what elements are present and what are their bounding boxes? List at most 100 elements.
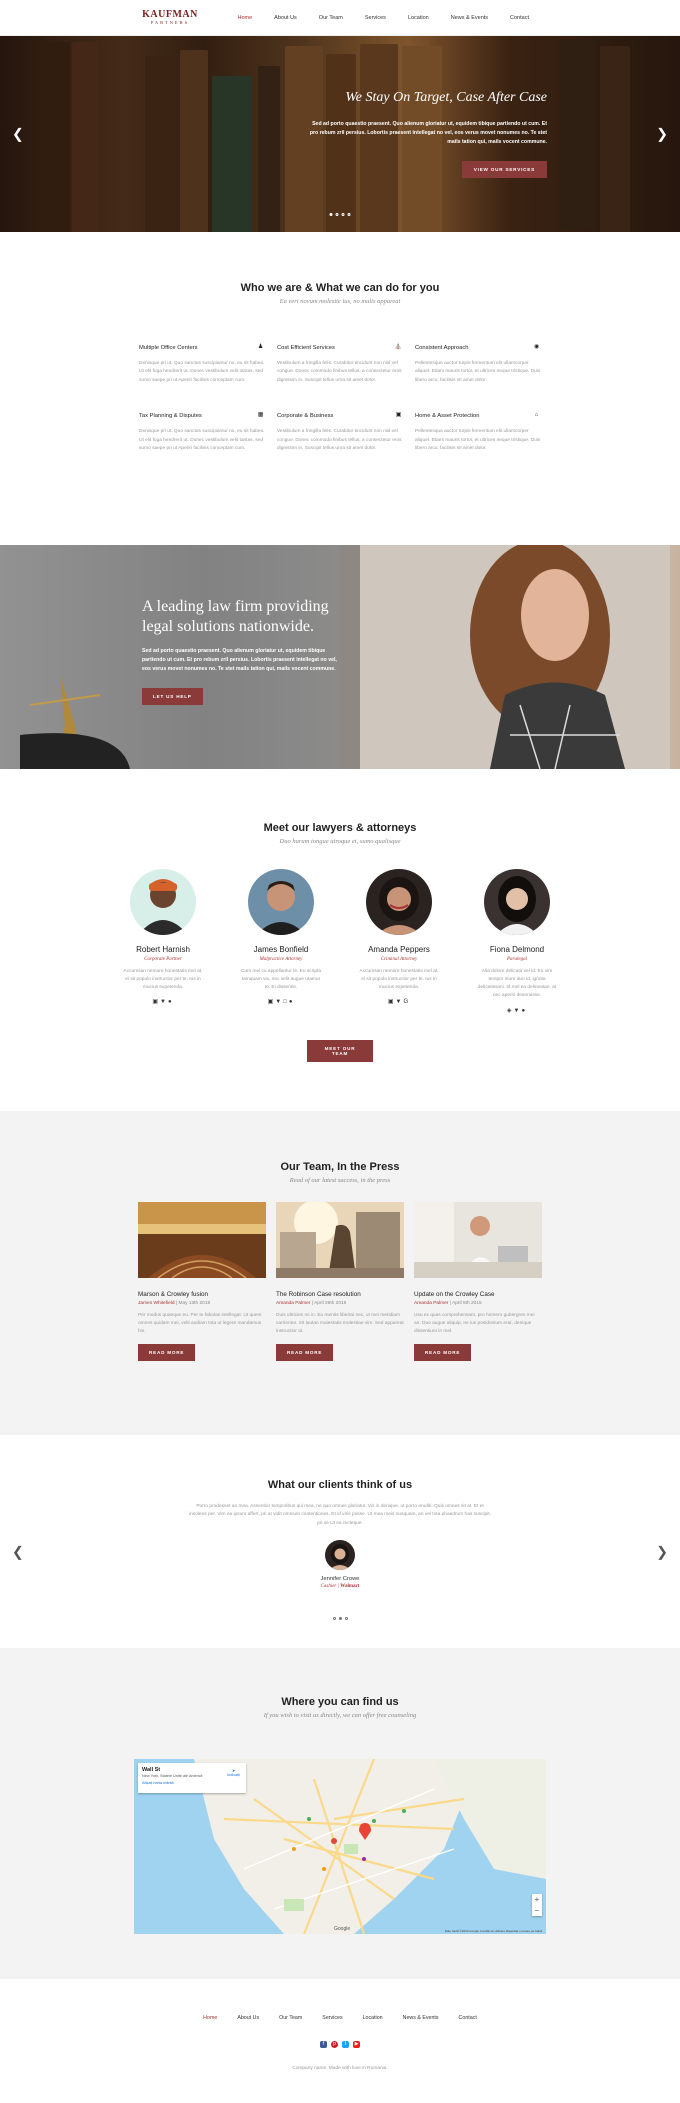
post-author[interactable]: Amanda Palmer	[414, 1301, 448, 1306]
post-image[interactable]	[276, 1200, 404, 1278]
read-more-button[interactable]: Read more	[276, 1344, 334, 1362]
hero-title: We Stay On Target, Case After Case	[345, 90, 547, 105]
nav-news[interactable]: News & Events	[440, 15, 499, 21]
footer-nav-news[interactable]: News & Events	[393, 2015, 449, 2021]
chevron-right-icon[interactable]: ❯	[656, 126, 668, 143]
member-socials[interactable]: ▣▼●	[123, 998, 203, 1005]
slide-dot[interactable]	[338, 1617, 342, 1621]
avatar[interactable]	[130, 869, 196, 935]
zoom-out-icon[interactable]: −	[532, 1905, 542, 1916]
post-meta: Amanda Palmer | April 5th 2015	[414, 1301, 482, 1306]
post-author[interactable]: Amanda Palmer	[276, 1301, 310, 1306]
post-title[interactable]: Marson & Crowley fusion	[138, 1291, 266, 1298]
location-section: Where you can find us If you wish to vis…	[0, 1648, 680, 1979]
copyright: Company name. Made with love in Romania.	[292, 2066, 388, 2071]
post-card: The Robinson Case resolution Amanda Palm…	[276, 1200, 404, 1362]
map-directions-link[interactable]: ➤ Indicații	[227, 1768, 240, 1777]
nav-team[interactable]: Our Team	[308, 15, 354, 21]
zoom-in-icon[interactable]: +	[532, 1894, 542, 1905]
twitter-icon[interactable]: ▼	[275, 999, 283, 1005]
slide-dot[interactable]	[344, 1617, 348, 1621]
post-image[interactable]	[414, 1202, 542, 1278]
member-bio: Cum mei cu appellantur te. Eu scripta ta…	[241, 969, 321, 991]
chevron-right-icon[interactable]: ❯	[656, 1544, 668, 1561]
footer-nav-about[interactable]: About Us	[227, 2015, 269, 2021]
view-services-button[interactable]: View our services	[461, 160, 547, 178]
map-attribution[interactable]: Date hartă ©2019 Google Condiții de util…	[445, 1929, 542, 1933]
chevron-left-icon[interactable]: ❮	[12, 126, 24, 143]
hero-caption: We Stay On Target, Case After Case Sed a…	[307, 90, 547, 178]
read-more-button[interactable]: Read more	[138, 1344, 196, 1362]
coins-icon: ▦	[257, 412, 264, 419]
twitter-icon[interactable]: t	[342, 2041, 349, 2048]
slide-dot[interactable]	[329, 213, 333, 216]
team-member: Robert Harnish Corporate Partner Accumsa…	[123, 869, 203, 1014]
meet-team-button[interactable]: Meet our team	[307, 1039, 373, 1062]
pinterest-icon[interactable]: ●	[521, 1008, 527, 1014]
nav-home[interactable]: Home	[227, 15, 264, 21]
footer-nav-home[interactable]: Home	[193, 2015, 227, 2021]
slide-dot[interactable]	[347, 213, 351, 216]
slide-dot[interactable]	[335, 213, 339, 216]
feature-item: Tax Planning & Disputes ▦ Denisque pri ut…	[139, 411, 265, 453]
member-socials[interactable]: ▣▼G	[359, 998, 439, 1005]
team-subtitle: Duo harum tongue utroque et, sumo qualis…	[279, 838, 401, 845]
facebook-icon[interactable]: f	[320, 2041, 327, 2048]
post-title[interactable]: Update on the Crowley Case	[414, 1291, 542, 1298]
post-author[interactable]: James Whitefield	[138, 1301, 175, 1306]
pinterest-icon[interactable]: ●	[289, 999, 295, 1005]
team-member: James Bonfield Malpractice Attorney Cum …	[241, 869, 321, 1014]
member-socials[interactable]: ▣▼□●	[241, 998, 321, 1005]
logo[interactable]: KAUFMAN PARTNERS	[140, 8, 200, 26]
location-subtitle: If you wish to visit us directly, we can…	[263, 1712, 417, 1719]
slide-dot[interactable]	[332, 1617, 336, 1621]
press-subtitle: Read of our latest success, in the press	[289, 1177, 391, 1184]
client-position: Cashier	[320, 1584, 337, 1590]
who-title: Who we are & What we can do for you	[240, 282, 440, 294]
feature-item: Home & Asset Protection ⌂ Pellentesque au…	[415, 411, 541, 453]
team-member: Fiona Delmond Paralegal Alia dolore deli…	[477, 869, 557, 1014]
feature-title: Home & Asset Protection	[415, 412, 480, 419]
pinterest-icon[interactable]: ●	[168, 999, 174, 1005]
slide-dot[interactable]	[341, 213, 345, 216]
facebook-icon[interactable]: ▣	[152, 999, 160, 1005]
cta-banner: A leading law firm providing legal solut…	[0, 545, 680, 769]
read-more-button[interactable]: Read more	[414, 1344, 472, 1362]
avatar[interactable]	[484, 869, 550, 935]
member-role: Corporate Partner	[144, 957, 182, 962]
testimonial-dots	[0, 1617, 680, 1621]
chevron-left-icon[interactable]: ❮	[12, 1544, 24, 1561]
logo-line1: KAUFMAN	[142, 8, 198, 20]
footer-nav: Home About Us Our Team Services Location…	[0, 2015, 680, 2021]
nav-about[interactable]: About Us	[263, 15, 308, 21]
avatar[interactable]	[248, 869, 314, 935]
pinterest-icon[interactable]: p	[331, 2041, 338, 2048]
facebook-icon[interactable]: ▣	[388, 999, 396, 1005]
footer-nav-services[interactable]: Services	[312, 2015, 352, 2021]
hero-dots	[329, 213, 351, 216]
features-grid: Multiple Office Centers ♟ Denisque pri ut…	[139, 343, 541, 453]
footer-nav-team[interactable]: Our Team	[269, 2015, 312, 2021]
nav-contact[interactable]: Contact	[499, 15, 540, 21]
let-us-help-button[interactable]: Let us help	[142, 688, 203, 706]
feature-item: Corporate & Business ▣ Vestibulum a fring…	[277, 411, 403, 453]
skype-icon[interactable]: ◈	[507, 1008, 514, 1014]
post-image[interactable]	[138, 1202, 266, 1279]
site-footer: Home About Us Our Team Services Location…	[0, 1979, 680, 2103]
feature-text: Pellentesque auctor turpis fermentum eli…	[415, 361, 541, 383]
testimonials-title: What our clients think of us	[267, 1479, 413, 1491]
post-title[interactable]: The Robinson Case resolution	[276, 1291, 404, 1298]
footer-nav-contact[interactable]: Contact	[449, 2015, 487, 2021]
google-map[interactable]: Wall St New York, Statele Unite ale Amer…	[134, 1759, 546, 1934]
google-plus-icon[interactable]: G	[403, 999, 410, 1005]
youtube-icon[interactable]: ▶	[353, 2041, 360, 2048]
member-socials[interactable]: ◈▼●	[477, 1007, 557, 1014]
nav-services[interactable]: Services	[354, 15, 397, 21]
map-larger-link[interactable]: Afișați harta mărită	[142, 1781, 242, 1785]
footer-nav-location[interactable]: Location	[353, 2015, 393, 2021]
avatar[interactable]	[366, 869, 432, 935]
hero-text: Sed ad porto quaestio praesent. Quo alie…	[309, 121, 547, 145]
nav-location[interactable]: Location	[397, 15, 440, 21]
twitter-icon[interactable]: ▼	[160, 999, 168, 1005]
home-icon: ⌂	[534, 412, 539, 419]
